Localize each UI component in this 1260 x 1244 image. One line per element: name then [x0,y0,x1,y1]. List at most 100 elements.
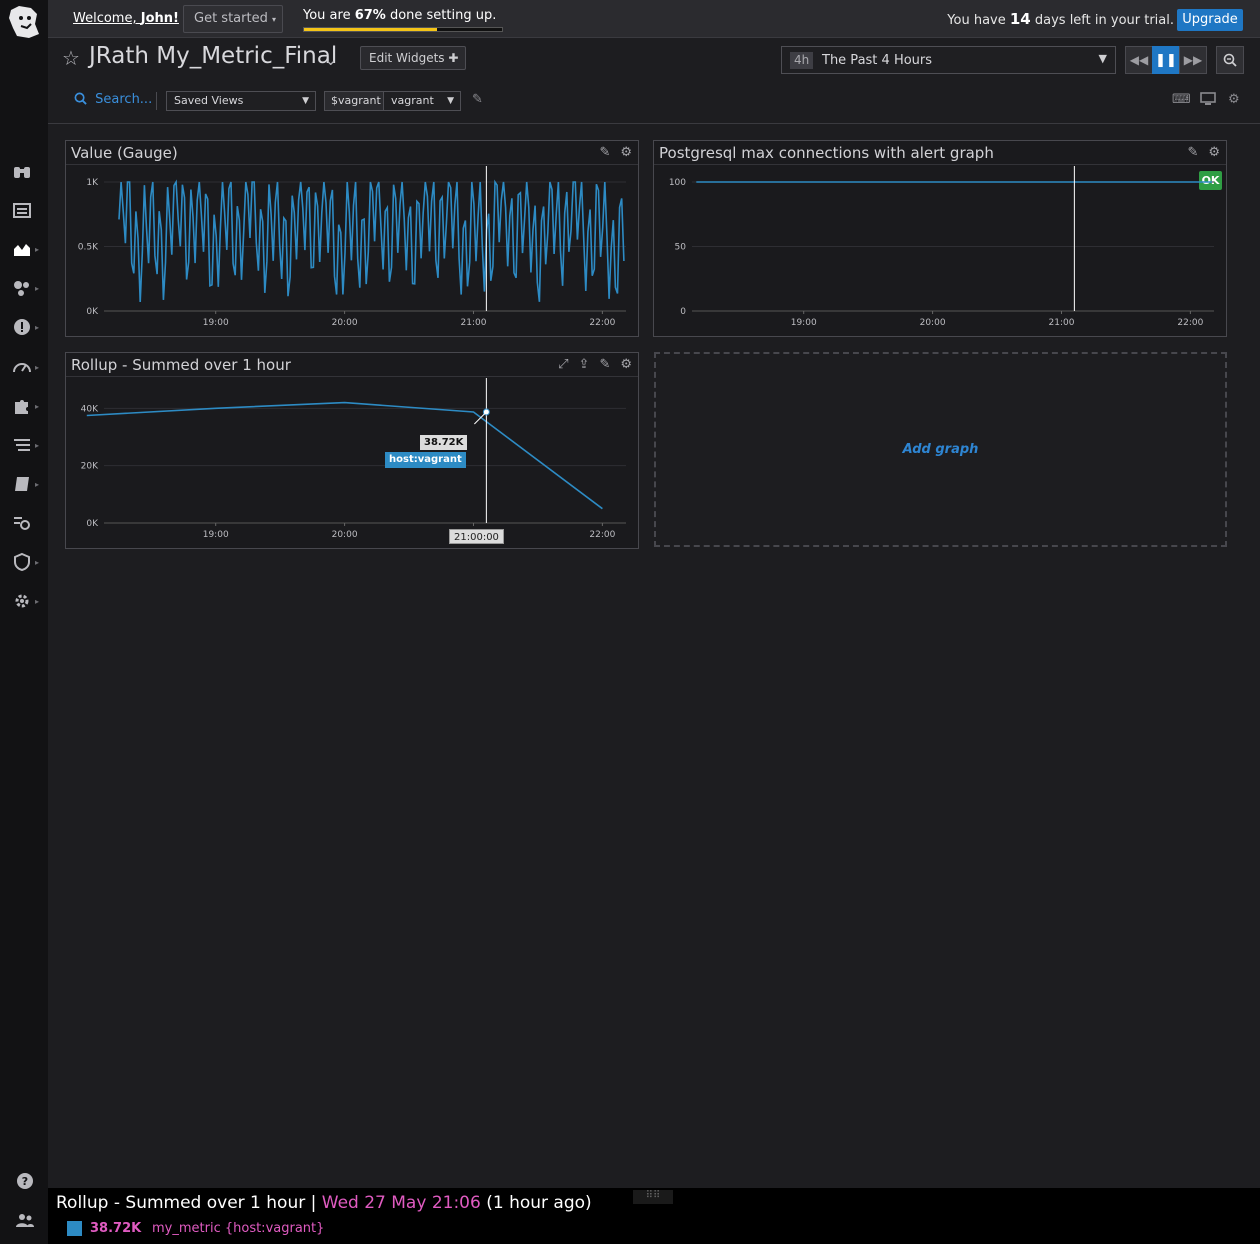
progress-percent: 67% [354,8,386,23]
datadog-logo-icon[interactable] [7,4,41,40]
gear-icon[interactable]: ⚙ [1208,145,1220,160]
saved-views-label: Saved Views [174,94,244,107]
progress-prefix: You are [303,8,355,23]
widget-title: Postgresql max connections with alert gr… [659,144,994,162]
gauge-chart[interactable]: 0K 0.5K 1K 19:00 20:00 21:00 22:00 [66,166,638,336]
get-started-dropdown[interactable]: Get started ▾ [183,5,283,33]
sidebar-item-watchdog[interactable] [12,160,42,182]
add-graph-label[interactable]: Add graph [656,442,1225,457]
pause-button[interactable]: ❚❚ [1152,46,1180,74]
widget-controls: ⤢ ⇪ ✎ ⚙ [558,357,632,372]
template-variable-vagrant[interactable]: $vagrant vagrant ▼ [324,91,461,111]
rewind-button[interactable]: ◀◀ [1125,46,1153,74]
tv-mode-icon[interactable] [1200,92,1216,110]
chevron-right-icon: ▸ [35,244,40,254]
dashboard-title[interactable]: JRath My_Metric_Final [89,43,337,69]
hexagons-icon [14,281,29,296]
area-chart-icon [14,244,30,256]
rewind-icon: ◀◀ [1129,53,1149,67]
widget-rollup: Rollup - Summed over 1 hour ⤢ ⇪ ✎ ⚙ 0K 20… [65,352,639,549]
notebook-icon [15,477,29,491]
synthetics-icon [14,517,30,530]
x-tick-label: 22:00 [589,318,615,328]
y-tick-label: 0.5K [78,243,99,253]
add-graph-placeholder[interactable]: Add graph [654,352,1227,547]
sidebar-item-dashboards[interactable]: ▸ [12,238,42,260]
get-started-label: Get started [194,11,268,26]
search-field[interactable]: Search... [74,92,152,107]
sidebar-item-settings[interactable]: ▸ [12,590,42,612]
star-icon[interactable]: ☆ [62,46,80,70]
chevron-right-icon: ▸ [35,401,40,411]
edit-variables-pencil-icon[interactable]: ✎ [472,92,483,107]
help-icon[interactable]: ? [15,1171,35,1191]
x-tick-label: 22:00 [589,530,615,540]
widget-controls: ✎ ⚙ [1187,145,1220,160]
gear-icon[interactable]: ⚙ [1228,92,1240,107]
x-tick-label: 20:00 [332,530,358,540]
sidebar-item-synthetics[interactable] [12,512,42,534]
y-tick-label: 0K [86,307,99,317]
svg-text:?: ? [22,1175,28,1188]
pencil-icon[interactable]: ✎ [599,357,610,372]
trial-prefix: You have [947,13,1010,28]
footer-widget-name: Rollup - Summed over 1 hour [56,1193,306,1213]
team-icon[interactable] [15,1210,35,1230]
caret-down-icon: ▼ [302,96,309,106]
series-line [86,401,603,510]
trial-days: 14 [1009,10,1031,28]
edit-widgets-label: Edit Widgets [369,51,445,65]
y-tick-label: 0 [680,307,686,317]
pause-icon: ❚❚ [1155,52,1177,68]
gear-icon[interactable]: ⚙ [620,145,632,160]
time-range-badge: 4h [790,52,814,69]
template-variable-value: vagrant [391,94,434,107]
fast-forward-button[interactable]: ▶▶ [1179,46,1207,74]
pencil-icon[interactable]: ✎ [599,145,610,160]
widget-title: Value (Gauge) [71,144,178,162]
keyboard-icon[interactable]: ⌨ [1172,92,1191,107]
gear-icon[interactable]: ⚙ [620,357,632,372]
dashboard-header: ☆ JRath My_Metric_Final ⌄ Edit Widgets ✚… [48,38,1260,124]
x-tick-label: 21:00 [461,318,487,328]
sidebar-item-integrations[interactable]: ▸ [12,395,42,417]
pencil-icon[interactable]: ✎ [1187,145,1198,160]
share-icon[interactable]: ⇪ [579,357,590,372]
footer-value: 38.72K [90,1221,142,1236]
footer-metric: my_metric {host:vagrant} [152,1221,325,1236]
chevron-down-icon[interactable]: ⌄ [324,50,337,69]
sidebar-item-events[interactable] [12,199,42,221]
rollup-chart[interactable]: 0K20K40K19:0020:0021:0022:00 [66,378,638,548]
top-bar: Welcome, John! Get started ▾ You are 67%… [48,0,1260,38]
welcome-link[interactable]: Welcome, John! [73,11,179,26]
sidebar-item-infrastructure[interactable]: ▸ [12,277,42,299]
expand-icon[interactable]: ⤢ [558,357,568,372]
sidebar-item-security[interactable]: ▸ [12,551,42,573]
sidebar-item-apm[interactable]: ▸ [12,356,42,378]
puzzle-icon [15,400,28,414]
chevron-right-icon: ▸ [35,362,40,372]
postgres-chart[interactable]: 0 50 100 19:00 20:00 21:00 22:00 [654,166,1226,336]
x-tick-label: 19:00 [791,318,817,328]
drag-handle-icon[interactable]: ⠿⠿ [633,1190,673,1204]
time-range-picker[interactable]: 4h The Past 4 Hours ▼ [781,46,1116,74]
sidebar-item-monitors[interactable]: ▸ [12,316,42,338]
saved-views-select[interactable]: Saved Views ▼ [166,91,316,111]
sidebar-item-logs[interactable]: ▸ [12,434,42,456]
y-tick-label: 1K [86,178,99,188]
plus-icon: ✚ [448,51,459,65]
caret-down-icon: ▼ [1098,52,1107,65]
x-tick-label: 19:00 [203,530,229,540]
sidebar-item-notebooks[interactable]: ▸ [12,473,42,495]
x-tick-label: 22:00 [1177,318,1203,328]
trial-notice: You have 14 days left in your trial. [947,10,1174,28]
zoom-out-icon [1223,53,1237,67]
alert-icon [14,319,30,335]
edit-widgets-button[interactable]: Edit Widgets ✚ [360,46,466,70]
welcome-name: John! [140,11,179,26]
footer-separator: | [305,1193,322,1213]
trial-suffix: days left in your trial. [1030,13,1174,28]
zoom-button[interactable] [1216,46,1244,74]
upgrade-button[interactable]: Upgrade [1177,9,1243,31]
footer-date: Wed 27 May 21:06 [321,1193,481,1213]
